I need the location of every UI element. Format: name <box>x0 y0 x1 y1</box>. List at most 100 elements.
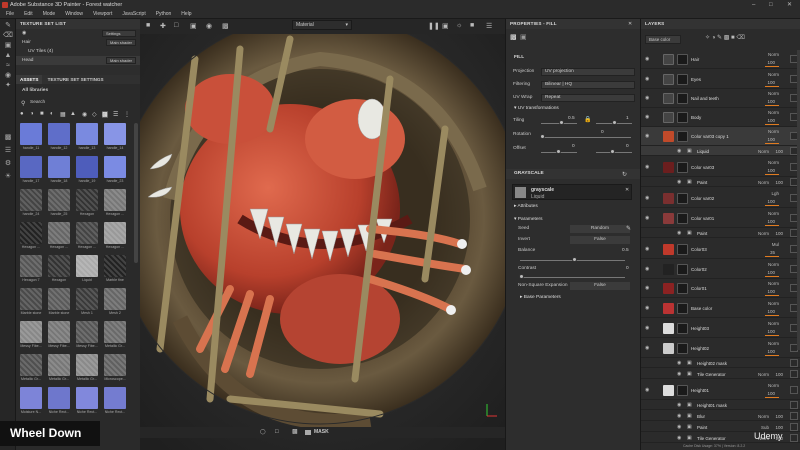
sub-layer-row[interactable]: ◉ ▣ Height02 mask <box>641 358 800 368</box>
texture-set-row[interactable]: UV Tiles (4) <box>16 47 140 56</box>
asset-thumbnail[interactable] <box>20 354 42 376</box>
filter-texture-icon[interactable]: ■ <box>40 111 44 117</box>
asset-thumbnail[interactable] <box>76 189 98 211</box>
asset-thumbnail[interactable] <box>76 156 98 178</box>
sub-layer-opacity[interactable]: 100 <box>775 180 783 185</box>
list-view-icon[interactable]: ☰ <box>113 111 118 118</box>
filtering-dropdown[interactable]: Bilinear | HQ <box>541 81 635 89</box>
asset-thumbnail[interactable] <box>20 255 42 277</box>
library-selector[interactable]: All libraries <box>22 88 48 93</box>
eye-icon[interactable]: ◉ <box>645 56 649 62</box>
eraser-icon[interactable]: ⌫ <box>3 32 13 40</box>
add-mask-icon[interactable]: ◑ <box>712 35 716 41</box>
asset-thumbnail[interactable] <box>20 288 42 310</box>
layer-blend-mode[interactable]: Norm <box>768 262 779 267</box>
grayscale-resource[interactable]: grayscale Liquid ✕ <box>512 184 632 200</box>
projection-icon[interactable]: ▣ <box>3 42 13 50</box>
layer-blend-mode[interactable]: Norm <box>768 129 779 134</box>
rotation-slider[interactable] <box>541 137 631 138</box>
nsexp-toggle[interactable]: False <box>570 282 630 290</box>
layer-row[interactable]: ◉ Color var02 Lgh 100 <box>641 189 800 208</box>
eye-icon[interactable]: ◉ <box>677 230 681 236</box>
paint-brush-icon[interactable]: ✎ <box>3 22 13 30</box>
layer-row[interactable]: ◉ Eyes Norm 100 <box>641 70 800 89</box>
asset-thumbnail[interactable] <box>76 288 98 310</box>
view-menu-icon[interactable]: ☰ <box>486 22 492 30</box>
menu-javascript[interactable]: JavaScript <box>116 10 149 19</box>
asset-thumbnail[interactable] <box>76 222 98 244</box>
asset-thumbnail[interactable] <box>104 288 126 310</box>
contrast-slider[interactable] <box>520 277 625 278</box>
layer-row[interactable]: ◉ Base color Norm 100 <box>641 299 800 318</box>
asset-thumbnail[interactable] <box>76 354 98 376</box>
asset-thumbnail[interactable] <box>104 321 126 343</box>
box-icon[interactable]: □ <box>275 427 279 438</box>
sub-layer-row[interactable]: ◉ ▣ Paint Norm 100 <box>641 177 800 187</box>
balance-knob[interactable] <box>572 257 577 262</box>
asset-thumbnail[interactable] <box>76 387 98 409</box>
layer-row[interactable]: ◉ Color var01 Norm 100 <box>641 209 800 228</box>
sub-layer-blend[interactable]: Norm <box>758 372 769 377</box>
menu-viewport[interactable]: Viewport <box>87 10 116 19</box>
layer-opacity[interactable]: 100 <box>767 137 775 142</box>
sub-layer-row[interactable]: ◉ ▣ Paint Norm 100 <box>641 228 800 238</box>
maximize-icon[interactable]: □ <box>769 0 773 10</box>
3d-viewport[interactable] <box>140 19 505 450</box>
tiling-knob-a[interactable] <box>559 120 564 125</box>
asset-thumbnail[interactable] <box>48 288 70 310</box>
projection-dropdown[interactable]: UV projection <box>541 68 635 76</box>
asset-thumbnail[interactable] <box>104 387 126 409</box>
sub-layer-opacity[interactable]: 100 <box>775 231 783 236</box>
layer-checkbox[interactable] <box>790 412 798 420</box>
menu-help[interactable]: Help <box>175 10 195 19</box>
layer-blend-mode[interactable]: Norm <box>768 91 779 96</box>
layer-opacity[interactable]: 100 <box>767 219 775 224</box>
menu-mode[interactable]: Mode <box>37 10 60 19</box>
add-fill-layer-icon[interactable]: ▩ <box>724 35 730 41</box>
asset-thumbnail[interactable] <box>104 189 126 211</box>
filter-options-icon[interactable]: ⋮ <box>124 111 130 118</box>
layer-row[interactable]: ◉ Color03 Mul 35 <box>641 240 800 259</box>
eye-icon[interactable]: ◉ <box>22 31 26 36</box>
tsl-settings-dropdown[interactable]: Settings <box>102 30 136 37</box>
grid-view-icon[interactable]: ▩ <box>102 111 108 118</box>
geometry-fill-icon[interactable]: ▲ <box>3 52 13 60</box>
layer-blend-mode[interactable]: Norm <box>768 72 779 77</box>
asset-thumbnail[interactable] <box>20 189 42 211</box>
layer-opacity[interactable]: 100 <box>767 270 775 275</box>
camera-icon[interactable]: ■ <box>146 22 150 29</box>
render-icon[interactable]: ▣ <box>442 22 449 30</box>
eye-icon[interactable]: ◉ <box>645 164 649 170</box>
fit-view-icon[interactable]: □ <box>174 22 178 29</box>
add-effect-icon[interactable]: ✧ <box>705 35 710 41</box>
uvwrap-dropdown[interactable]: Repeat <box>541 94 635 102</box>
sub-layer-opacity[interactable]: 100 <box>775 149 783 154</box>
filter-filter-icon[interactable]: ▦ <box>60 111 66 118</box>
menu-edit[interactable]: Edit <box>18 10 37 19</box>
add-paint-layer-icon[interactable]: ✎ <box>717 35 722 41</box>
layer-opacity[interactable]: 100 <box>767 80 775 85</box>
layer-row[interactable]: ◉ Body Norm 100 <box>641 108 800 127</box>
sub-layer-opacity[interactable]: 100 <box>775 414 783 419</box>
fill-tab-icon[interactable]: ▩ <box>510 34 517 41</box>
sub-layer-blend[interactable]: Sub <box>761 425 769 430</box>
layer-blend-mode[interactable]: Norm <box>768 383 779 388</box>
smudge-icon[interactable]: ≈ <box>3 62 13 70</box>
eye-icon[interactable]: ◉ <box>677 435 681 441</box>
sub-layer-blend[interactable]: Norm <box>758 180 769 185</box>
asset-thumbnail[interactable] <box>48 123 70 145</box>
eye-icon[interactable]: ◉ <box>645 285 649 291</box>
eye-icon[interactable]: ◉ <box>677 424 681 430</box>
layer-checkbox[interactable] <box>790 370 798 378</box>
eye-icon[interactable]: ◉ <box>645 76 649 82</box>
invert-toggle[interactable]: False <box>570 236 630 244</box>
layer-opacity[interactable]: 100 <box>767 168 775 173</box>
layer-checkbox[interactable] <box>790 401 798 409</box>
screenshot-icon[interactable]: ■ <box>470 22 474 29</box>
sub-layer-row[interactable]: ◉ ▣ Liquid Norm 100 <box>641 146 800 156</box>
layer-checkbox[interactable] <box>790 423 798 431</box>
eye-icon[interactable]: ◉ <box>645 95 649 101</box>
camera-toggle-icon[interactable]: ◯ <box>260 427 266 438</box>
menu-file[interactable]: File <box>0 10 18 19</box>
eye-icon[interactable]: ◉ <box>645 305 649 311</box>
